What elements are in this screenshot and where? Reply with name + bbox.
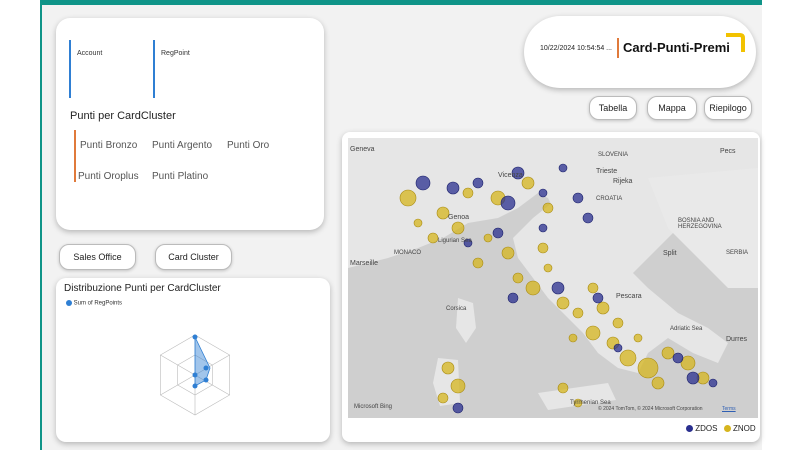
map-label-slovenia: SLOVENIA: [598, 152, 629, 158]
kpi-account-label: Account: [77, 50, 103, 57]
slicer-item-bronzo[interactable]: Punti Bronzo: [80, 140, 137, 151]
radar-legend-dot: [66, 300, 72, 306]
map-label-rijeka: Rijeka: [613, 178, 633, 185]
radar-legend: Sum of RegPoints: [66, 300, 122, 307]
legend-znod-label: ZNOD: [732, 424, 756, 433]
legend-zdos-dot: [686, 425, 693, 433]
slicer-item-platino[interactable]: Punti Platino: [152, 171, 208, 182]
legend-zdos-label: ZDOS: [695, 424, 718, 433]
map-label-trieste: Trieste: [596, 168, 618, 175]
refresh-timestamp: 10/22/2024 10:54:54 ...: [540, 45, 613, 52]
map-copyright: © 2024 TomTom, © 2024 Microsoft Corporat…: [598, 406, 703, 412]
map-label-pescara: Pescara: [616, 293, 642, 300]
map-legend: ZDOS ZNOD: [686, 424, 756, 433]
slicer-item-argento[interactable]: Punti Argento: [152, 140, 212, 151]
map-view[interactable]: Geneva SLOVENIA Pecs Vicenza Trieste Rij…: [348, 138, 758, 418]
map-label-ligurian-sea: Ligurian Sea: [438, 238, 472, 244]
map-label-bosnia: BOSNIA AND HERZEGOVINA: [678, 218, 722, 230]
radar-title: Distribuzione Punti per CardCluster: [64, 283, 221, 294]
slicer-item-oro[interactable]: Punti Oro: [227, 140, 269, 151]
tab-riepilogo[interactable]: Riepilogo: [704, 96, 752, 120]
tab-mappa[interactable]: Mappa: [647, 96, 697, 120]
kpi-account: Account: [69, 40, 102, 98]
map-label-pecs: Pecs: [720, 148, 736, 155]
map-label-monaco: MONACO: [394, 250, 421, 256]
slicer-accent: [74, 130, 76, 182]
map-label-adriatic-sea: Adriatic Sea: [670, 326, 703, 332]
map-label-durres: Durres: [726, 336, 748, 343]
kpi-regpoint-label: RegPoint: [161, 50, 190, 57]
map-label-marseille: Marseille: [350, 260, 379, 267]
map-label-croatia: CROATIA: [596, 196, 623, 202]
slicer-title: Punti per CardCluster: [70, 110, 176, 122]
map-label-corsica: Corsica: [446, 306, 467, 312]
radar-chart: [160, 334, 230, 416]
map-label-split: Split: [663, 250, 677, 257]
sales-office-button[interactable]: Sales Office: [59, 244, 136, 270]
report-title: Card-Punti-Premi: [617, 38, 730, 58]
legend-znod-dot: [723, 425, 731, 433]
slicer-item-oroplus[interactable]: Punti Oroplus: [78, 171, 139, 182]
kpi-regpoint: RegPoint: [153, 40, 190, 98]
map-label-bing: Microsoft Bing: [354, 404, 393, 410]
brand-logo-icon: [726, 33, 745, 52]
map-label-genoa: Genoa: [448, 214, 470, 221]
card-cluster-button[interactable]: Card Cluster: [155, 244, 232, 270]
map-label-serbia: SERBIA: [726, 250, 749, 256]
radar-legend-label: Sum of RegPoints: [73, 300, 123, 307]
map-label-geneva: Geneva: [350, 146, 375, 153]
map-canvas: [348, 138, 758, 418]
tab-tabella[interactable]: Tabella: [589, 96, 637, 120]
map-terms-link[interactable]: Terms: [722, 406, 736, 412]
map-label-vicenza: Vicenza: [498, 172, 523, 179]
